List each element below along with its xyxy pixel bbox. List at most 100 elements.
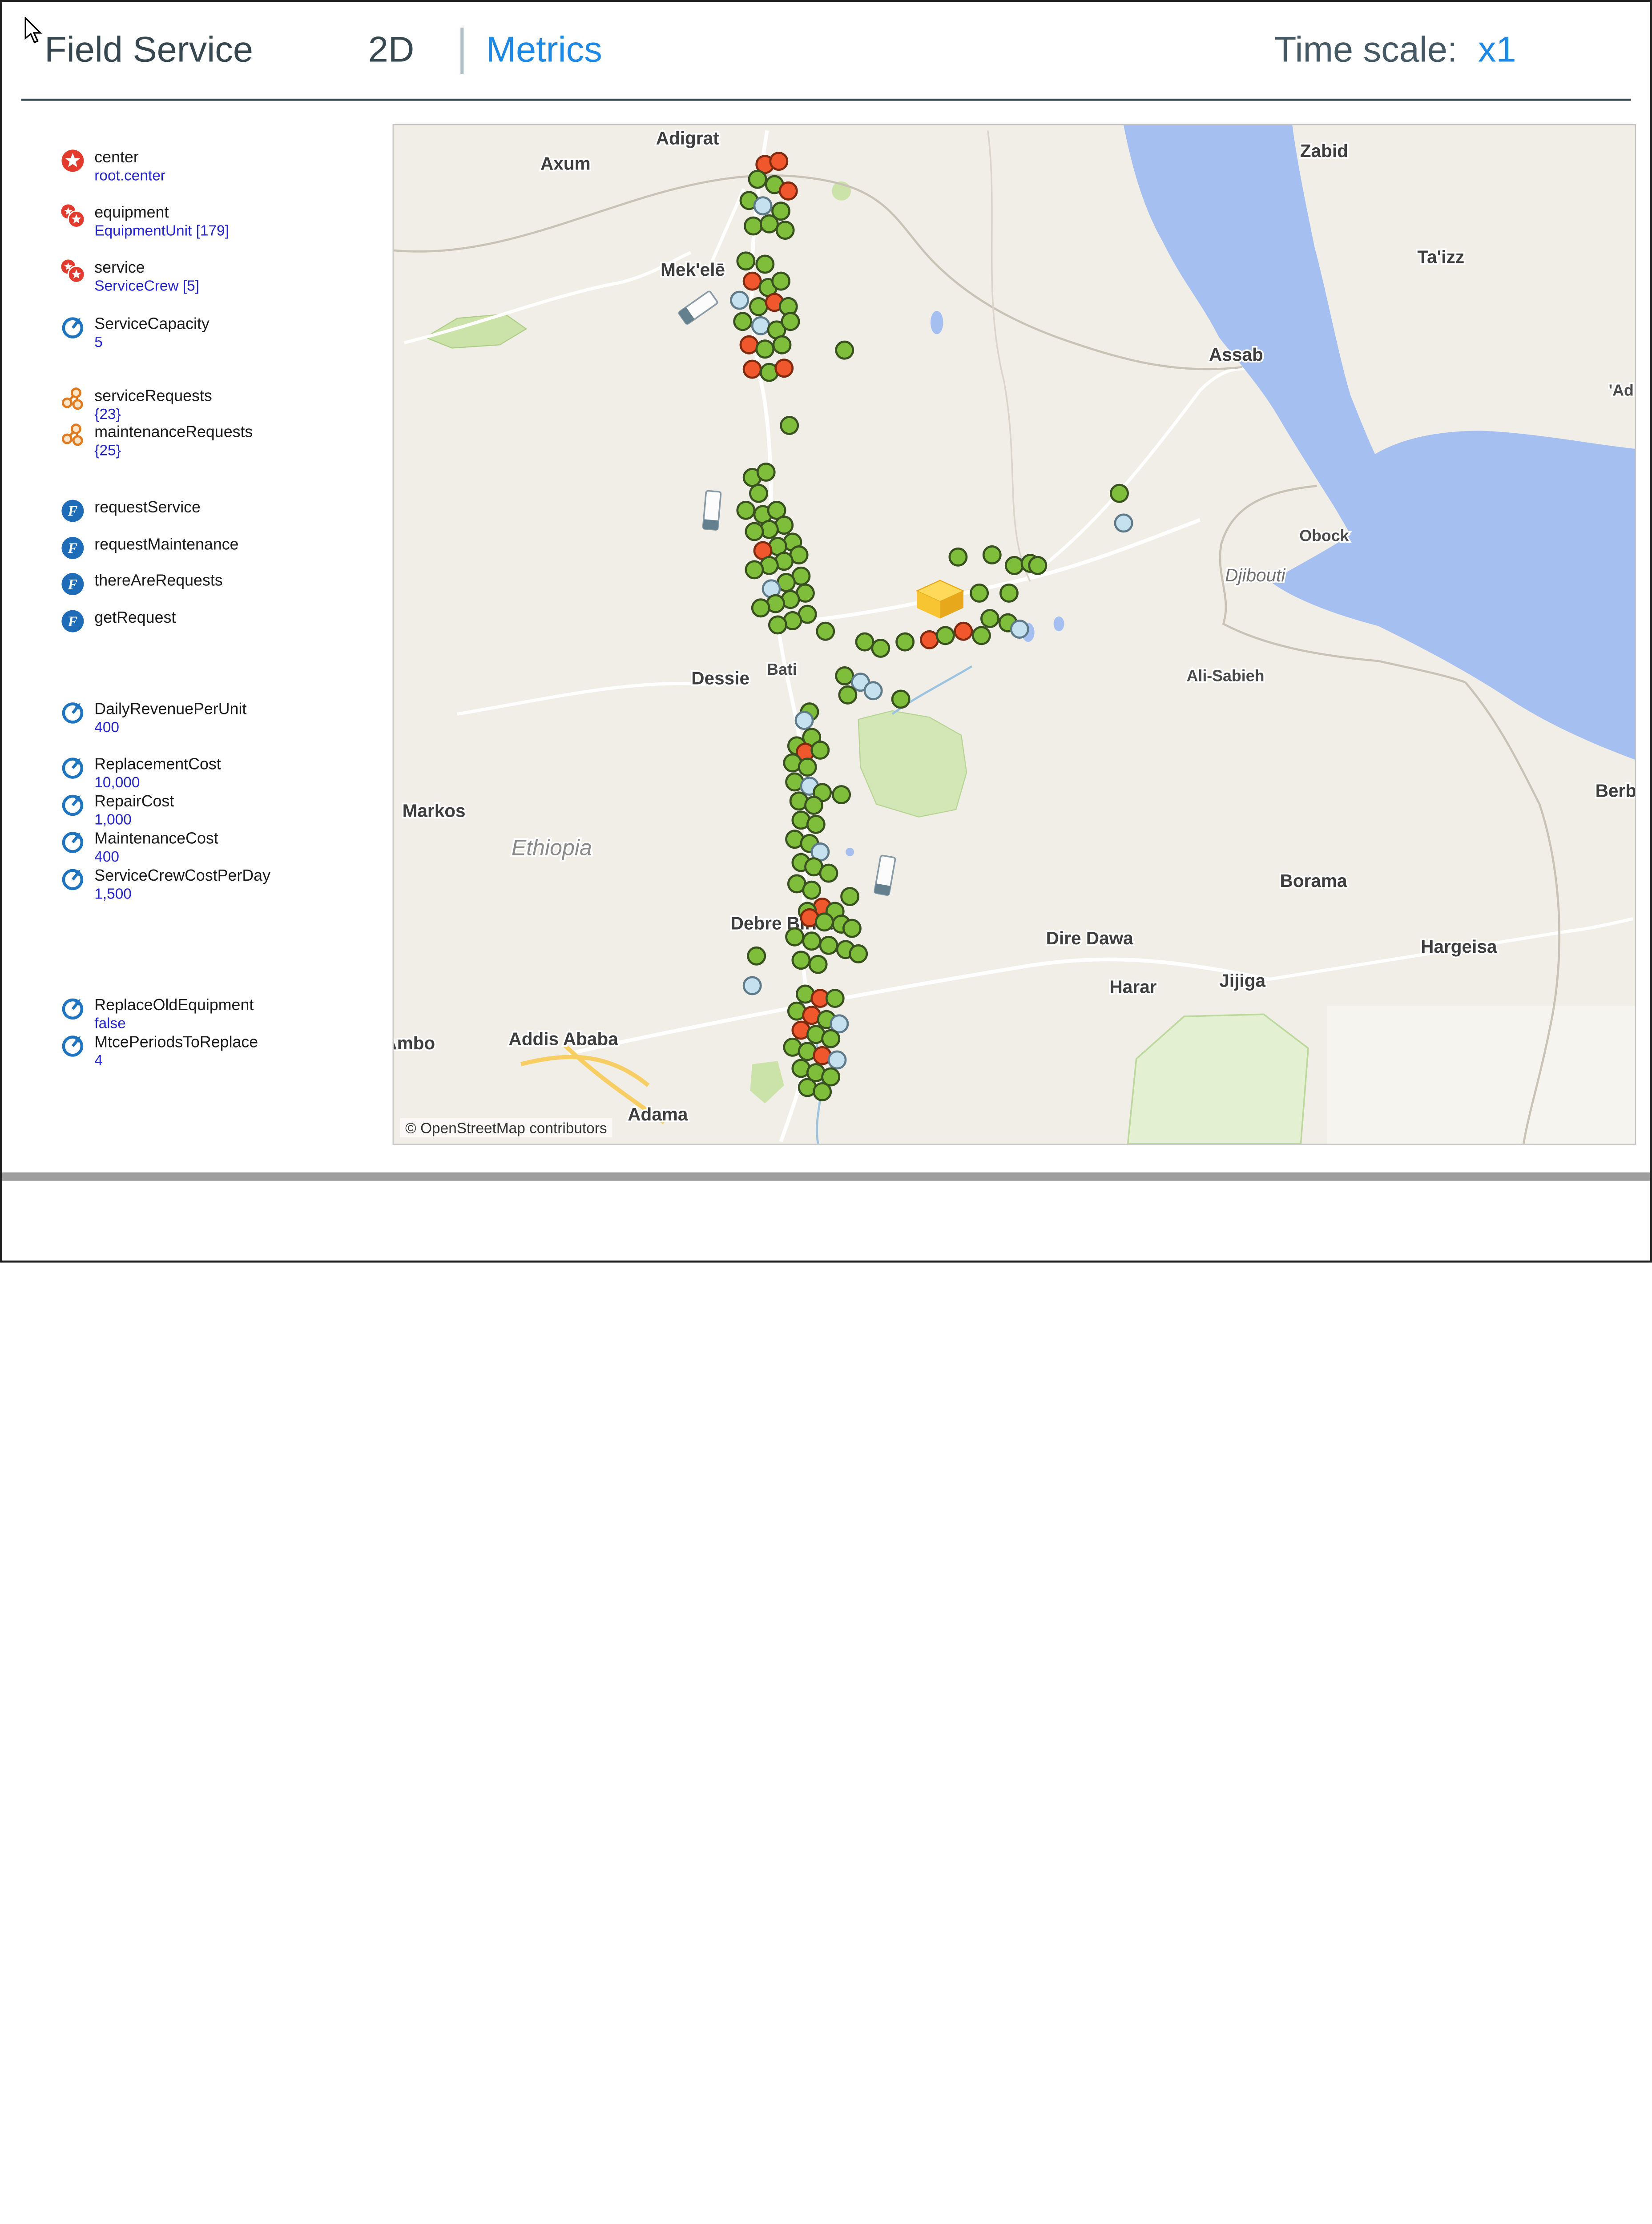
equipment-marker — [759, 214, 779, 234]
agent-population-icon — [60, 259, 85, 283]
item-label: center — [94, 148, 139, 167]
item-value: false — [94, 1014, 126, 1031]
item-label: DailyRevenuePerUnit — [94, 700, 247, 718]
equipment-marker — [835, 340, 854, 360]
equipment-marker — [780, 416, 799, 435]
sidebar-item-center[interactable]: center root.center — [60, 149, 165, 184]
equipment-marker — [736, 500, 756, 520]
equipment-marker — [1004, 556, 1024, 575]
parameter-icon — [60, 755, 85, 780]
sidebar-item-service[interactable]: service ServiceCrew [5] — [60, 259, 199, 294]
equipment-marker — [982, 545, 1002, 564]
equipment-marker — [755, 339, 775, 359]
item-label: service — [94, 259, 145, 277]
equipment-marker — [808, 955, 828, 974]
map-label: Berb — [1596, 780, 1635, 801]
sidebar-item-replaceoldequipment[interactable]: ReplaceOldEquipment false — [60, 996, 254, 1031]
equipment-marker — [778, 181, 798, 201]
equipment-marker — [999, 583, 1019, 603]
equipment-marker — [821, 1029, 841, 1048]
equipment-marker — [798, 757, 817, 777]
sidebar-item-maintenancerequests[interactable]: maintenanceRequests {25} — [60, 423, 253, 458]
header-divider — [460, 28, 464, 74]
item-label: getRequest — [94, 609, 176, 627]
tab-2d[interactable]: 2D — [368, 30, 415, 71]
item-label: maintenanceRequests — [94, 423, 253, 442]
equipment-marker — [891, 689, 911, 709]
item-label: RepairCost — [94, 792, 174, 811]
equipment-marker — [863, 681, 883, 701]
sidebar-item-therearerequests[interactable]: thereAreRequests — [60, 572, 223, 596]
sidebar-item-servicecrewcostperday[interactable]: ServiceCrewCostPerDay 1,500 — [60, 867, 270, 902]
function-icon — [60, 609, 85, 633]
item-value: root.center — [94, 166, 165, 184]
item-value: {23} — [94, 405, 121, 423]
item-value: 1,500 — [94, 885, 132, 902]
equipment-marker — [819, 935, 838, 955]
equipment-marker — [753, 196, 773, 216]
toolbar: x1 x1 Paused — [2, 1180, 1650, 1261]
map-label: Dessie — [691, 668, 749, 689]
item-label: MtcePeriodsToReplace — [94, 1033, 258, 1052]
map-label: Borama — [1280, 870, 1347, 891]
header-rule — [21, 98, 1631, 101]
map-label: Harar — [1110, 977, 1157, 997]
map-label: Adama — [628, 1104, 688, 1124]
map-label: Ta'izz — [1417, 247, 1464, 267]
parameter-icon — [60, 996, 85, 1021]
item-value: 10,000 — [94, 773, 140, 791]
sidebar-item-maintenancecost[interactable]: MaintenanceCost 400 — [60, 830, 218, 865]
map-label: Ambo — [394, 1033, 435, 1053]
sidebar-item-dailyrevenueperunit[interactable]: DailyRevenuePerUnit 400 — [60, 700, 246, 735]
equipment-marker — [935, 626, 955, 645]
parameter-icon — [60, 830, 85, 854]
equipment-marker — [769, 152, 789, 171]
equipment-marker — [802, 880, 822, 900]
equipment-marker — [747, 946, 766, 966]
equipment-marker — [954, 621, 973, 641]
map-label: Assab — [1209, 344, 1263, 365]
equipment-marker — [970, 583, 989, 603]
item-value: EquipmentUnit [179] — [94, 222, 229, 239]
sidebar-item-servicecapacity[interactable]: ServiceCapacity 5 — [60, 315, 210, 350]
sidebar-item-equipment[interactable]: equipment EquipmentUnit [179] — [60, 204, 229, 239]
sidebar-item-requestmaintenance[interactable]: requestMaintenance — [60, 536, 239, 560]
tab-metrics[interactable]: Metrics — [486, 30, 602, 71]
map-label: Ethiopia — [512, 835, 592, 860]
time-scale: Time scale: x1 — [1274, 30, 1516, 71]
time-scale-value[interactable]: x1 — [1478, 30, 1516, 70]
equipment-marker — [802, 931, 822, 951]
page-title: Field Service — [44, 29, 253, 70]
map-attribution[interactable]: © OpenStreetMap contributors — [400, 1118, 612, 1138]
equipment-marker — [791, 951, 811, 970]
sidebar-item-replacementcost[interactable]: ReplacementCost 10,000 — [60, 755, 221, 790]
map-label: Zabid — [1300, 141, 1348, 161]
map-label: Ali-Sabieh — [1187, 667, 1265, 685]
map-viewport[interactable]: Adigrat Axum Zabid Ta'izz Mek'elē Assab 'Ad Obo… — [392, 124, 1636, 1145]
service-crew-truck-icon — [702, 490, 722, 531]
collection-icon — [60, 387, 85, 412]
equipment-marker — [827, 1050, 847, 1070]
function-icon — [60, 536, 85, 560]
map-label: Jijiga — [1219, 970, 1265, 991]
item-label: MaintenanceCost — [94, 830, 218, 848]
equipment-marker — [835, 666, 854, 685]
equipment-marker — [1028, 556, 1048, 575]
sidebar-item-mtceperiodstoreplace[interactable]: MtcePeriodsToReplace 4 — [60, 1033, 258, 1068]
sidebar-item-repaircost[interactable]: RepairCost 1,000 — [60, 793, 174, 828]
equipment-marker — [749, 297, 768, 316]
map-label: Obock — [1299, 527, 1349, 545]
sidebar-item-servicerequests[interactable]: serviceRequests {23} — [60, 387, 212, 423]
equipment-marker — [849, 944, 868, 963]
mouse-cursor — [24, 17, 42, 44]
sidebar-item-requestservice[interactable]: requestService — [60, 499, 201, 523]
parameter-icon — [60, 793, 85, 817]
equipment-marker — [840, 887, 860, 907]
item-label: equipment — [94, 203, 169, 222]
equipment-marker — [813, 1082, 832, 1101]
equipment-marker — [806, 814, 826, 834]
equipment-marker — [825, 989, 845, 1008]
equipment-marker — [838, 685, 858, 705]
equipment-marker — [730, 290, 749, 310]
sidebar-item-getrequest[interactable]: getRequest — [60, 609, 176, 633]
